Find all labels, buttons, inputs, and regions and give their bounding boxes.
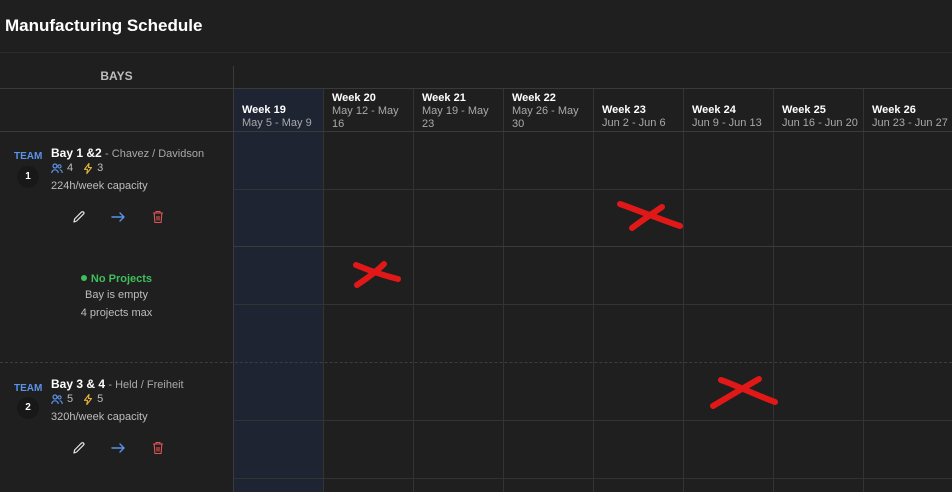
week-header-24[interactable]: Week 24 Jun 9 - Jun 13 [684,89,774,131]
bay-title[interactable]: Bay 3 & 4 - Held / Freiheit [51,377,184,391]
bay-capacity: 224h/week capacity [51,180,148,192]
bay-name: Bay 3 & 4 [51,377,106,391]
grid-col-line [683,132,684,492]
grid-row-line [234,304,952,305]
title-divider [0,52,952,53]
grid-col-line [413,132,414,492]
bay-leads: - Held / Freiheit [108,379,184,391]
bay-title[interactable]: Bay 1 &2 - Chavez / Davidson [51,146,204,160]
grid-row-line [234,420,952,421]
bay-separator [0,362,952,363]
empty-status: No Projects [0,273,233,285]
trash-icon [153,441,163,455]
delete-bay-button[interactable] [150,209,166,225]
week-header-19[interactable]: Week 19 May 5 - May 9 [234,89,324,131]
week-sep [323,89,324,131]
bay-stats: 4 3 [51,162,103,174]
move-bay-button[interactable] [110,440,126,456]
edit-bay-button[interactable] [71,440,87,456]
grid-col-line [593,132,594,492]
team-label: TEAM [14,151,43,162]
grid-row-line [234,478,952,479]
week-header-20[interactable]: Week 20 May 12 - May 16 [324,89,414,131]
energy-count: 3 [97,162,104,174]
red-x-mark [710,376,778,409]
grid-row-line [234,246,952,247]
bay-name: Bay 1 &2 [51,146,102,160]
grid-col-line [773,132,774,492]
arrow-right-icon [110,443,125,453]
week-header-25[interactable]: Week 25 Jun 16 - Jun 20 [774,89,864,131]
red-x-mark [353,261,401,288]
arrow-right-icon [110,212,125,222]
week-sep [683,89,684,131]
bolt-icon [84,162,93,174]
projects-max: 4 projects max [80,307,153,319]
edit-bay-button[interactable] [71,209,87,225]
pencil-icon [73,211,85,223]
people-icon [51,162,63,173]
bays-header: BAYS [100,69,133,83]
schedule-app: Manufacturing Schedule BAYS Week 19 May … [0,0,952,492]
grid-col-line [503,132,504,492]
member-count: 5 [67,393,74,405]
grid-col-line [863,132,864,492]
page-title: Manufacturing Schedule [5,16,203,35]
week-header-26[interactable]: Week 26 Jun 23 - Jun 27 [864,89,952,131]
member-count: 4 [67,162,74,174]
pencil-icon [73,442,85,454]
move-bay-button[interactable] [110,209,126,225]
bay-leads: - Chavez / Davidson [105,148,205,160]
energy-count: 5 [97,393,104,405]
bay-capacity: 320h/week capacity [51,411,148,423]
grid-row-line [234,189,952,190]
red-x-mark [617,201,683,231]
grid-col-line [323,132,324,492]
week-header-22[interactable]: Week 22 May 26 - May 30 [504,89,594,131]
team-label: TEAM [14,383,43,394]
week-header-23[interactable]: Week 23 Jun 2 - Jun 6 [594,89,684,131]
week-sep [593,89,594,131]
week-header-divider [0,131,952,132]
trash-icon [153,210,163,224]
week-sep [503,89,504,131]
week-sep [863,89,864,131]
bolt-icon [84,393,93,405]
bay-stats: 5 5 [51,393,103,405]
team-number-badge: 2 [17,397,39,419]
people-icon [51,393,63,404]
week-sep [413,89,414,131]
current-week-column [234,132,323,492]
empty-message: Bay is empty [85,289,148,301]
week-header-21[interactable]: Week 21 May 19 - May 23 [414,89,504,131]
week-sep [773,89,774,131]
team-number-badge: 1 [17,166,39,188]
status-dot [80,275,87,281]
delete-bay-button[interactable] [150,440,166,456]
